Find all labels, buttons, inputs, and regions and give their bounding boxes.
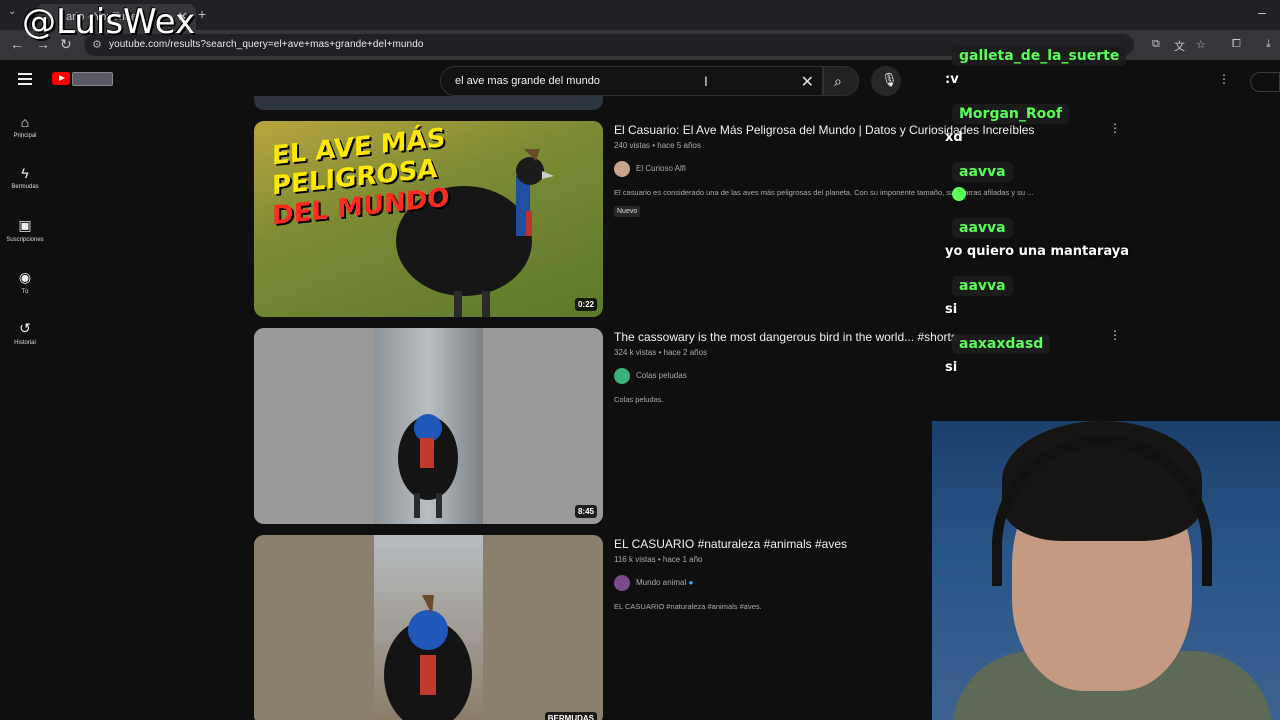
tab-search-icon[interactable]: ⌄	[8, 6, 16, 17]
channel[interactable]: Colas peludas	[614, 368, 687, 384]
chat-message: si	[945, 360, 958, 375]
shorts-badge: BERMUDAS	[544, 712, 597, 720]
chat-message: si	[945, 302, 958, 317]
video-thumbnail[interactable]: 8:45	[254, 328, 603, 524]
voice-search-button[interactable]: 🎙	[871, 66, 901, 96]
sidebar-label: Principal	[13, 133, 37, 139]
video-description: EL CASUARIO #naturaleza #animals #aves.	[614, 602, 762, 611]
video-result[interactable]: EL AVE MÁS PELIGROSA DEL MUNDO 0:22 El C…	[254, 121, 1121, 321]
chat-message: yo quiero una mantaraya	[945, 244, 1130, 259]
sidebar-label: Tú	[21, 289, 29, 295]
menu-icon[interactable]	[18, 73, 32, 85]
sidebar-label: Historial	[14, 340, 36, 346]
chat-username: aavva	[952, 276, 1013, 296]
channel-name: El Curioso Alfi	[636, 164, 686, 174]
chat-message: :v	[945, 72, 959, 87]
youtube-brand-image[interactable]	[72, 72, 113, 86]
clear-search-icon[interactable]: ✕	[801, 72, 814, 92]
chat-username: galleta_de_la_suerte	[952, 46, 1127, 66]
video-result[interactable]: BERMUDAS EL CASUARIO #naturaleza #animal…	[254, 535, 944, 720]
channel[interactable]: Mundo animal ●	[614, 575, 693, 591]
chat-emote-icon	[952, 187, 966, 201]
video-meta: 116 k vistas • hace 1 año	[614, 555, 703, 564]
chat-username: aaxaxdasd	[952, 334, 1051, 354]
avatar[interactable]	[614, 575, 630, 591]
youtube-logo-icon[interactable]	[52, 72, 70, 85]
video-title[interactable]: The cassowary is the most dangerous bird…	[614, 330, 957, 344]
video-meta: 240 vistas • hace 5 años	[614, 141, 701, 150]
cassowary-illustration	[398, 414, 458, 518]
search-button[interactable]: ⌕	[823, 66, 859, 96]
streamer-watermark: @LuisWex	[22, 2, 196, 42]
channel-name: Colas peludas	[636, 371, 687, 381]
sidebar-label: Suscripciones	[6, 237, 44, 243]
search-input[interactable]: el ave mas grande del mundo I ✕	[440, 66, 823, 96]
new-tab-icon[interactable]: +	[198, 6, 206, 22]
search-value: el ave mas grande del mundo	[455, 75, 600, 87]
sidebar-item-home[interactable]: ⌂ Principal	[0, 114, 50, 139]
text-cursor-icon: I	[704, 73, 708, 89]
chat-username: Morgan_Roof	[952, 104, 1069, 124]
chat-username: aavva	[952, 218, 1013, 238]
video-meta: 324 k vistas • hace 2 años	[614, 348, 708, 357]
avatar[interactable]	[614, 161, 630, 177]
duration-badge: 8:45	[574, 505, 597, 518]
avatar[interactable]	[614, 368, 630, 384]
you-icon: ◉	[18, 269, 32, 285]
verified-icon: ●	[688, 578, 694, 588]
channel[interactable]: El Curioso Alfi	[614, 161, 686, 177]
sidebar-label: Bermudas	[11, 184, 39, 190]
search-icon: ⌕	[834, 73, 842, 89]
sidebar-item-subscriptions[interactable]: ▣ Suscripciones	[0, 217, 50, 243]
video-result[interactable]: 8:45 The cassowary is the most dangerous…	[254, 328, 1121, 528]
previous-thumbnail[interactable]	[254, 96, 603, 110]
video-title[interactable]: EL CASUARIO #naturaleza #animals #aves	[614, 537, 847, 551]
streamer-webcam	[932, 421, 1280, 720]
video-description: Colas peludas.	[614, 395, 664, 404]
minimize-icon[interactable]: –	[1258, 4, 1266, 20]
video-thumbnail[interactable]: EL AVE MÁS PELIGROSA DEL MUNDO 0:22	[254, 121, 603, 317]
subscriptions-icon: ▣	[18, 217, 32, 233]
sidebar: ⌂ Principal ϟ Bermudas ▣ Suscripciones ◉…	[0, 102, 50, 720]
screen: ⌄ ario - YouTube ✕ + – ← → ↻ ⚙ youtube.c…	[0, 0, 1280, 720]
home-icon: ⌂	[20, 114, 30, 130]
sidebar-item-history[interactable]: ↺ Historial	[0, 320, 50, 346]
sidebar-item-you[interactable]: ◉ Tú	[0, 269, 50, 295]
history-icon: ↺	[19, 320, 31, 336]
video-thumbnail[interactable]: BERMUDAS	[254, 535, 603, 720]
stream-chat-overlay: galleta_de_la_suerte :v Morgan_Roof xd a…	[938, 40, 1280, 380]
new-badge: Nuevo	[614, 206, 641, 217]
duration-badge: 0:22	[574, 298, 597, 311]
cassowary-illustration	[384, 595, 472, 720]
microphone-icon: 🎙	[881, 72, 898, 87]
chat-username: aavva	[952, 162, 1013, 182]
sidebar-item-shorts[interactable]: ϟ Bermudas	[0, 165, 50, 190]
chat-message: xd	[945, 130, 963, 145]
channel-name: Mundo animal	[636, 578, 687, 588]
shorts-icon: ϟ	[21, 165, 29, 181]
